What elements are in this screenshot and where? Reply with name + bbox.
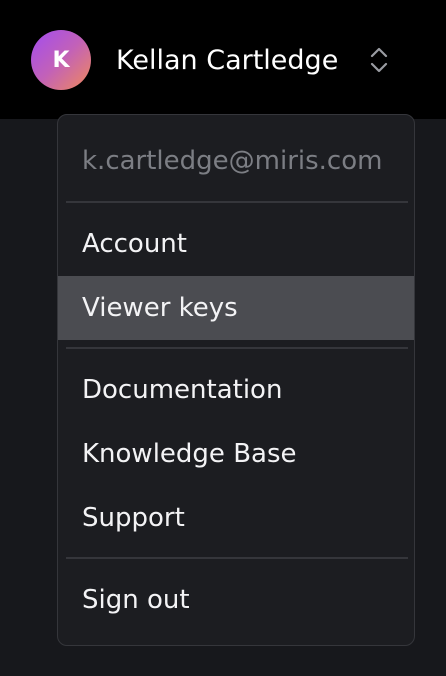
- menu-item-support[interactable]: Support: [58, 486, 414, 550]
- menu-item-documentation[interactable]: Documentation: [58, 358, 414, 422]
- menu-item-sign-out[interactable]: Sign out: [58, 568, 414, 632]
- menu-item-knowledge-base[interactable]: Knowledge Base: [58, 422, 414, 486]
- menu-divider: [66, 557, 408, 559]
- user-email: k.cartledge@miris.com: [82, 146, 383, 176]
- menu-divider: [66, 347, 408, 349]
- avatar-initial: K: [52, 47, 70, 73]
- user-name: Kellan Cartledge: [116, 44, 339, 76]
- menu-divider: [66, 201, 408, 203]
- user-dropdown-menu: k.cartledge@miris.com Account Viewer key…: [57, 114, 415, 646]
- menu-item-account[interactable]: Account: [58, 212, 414, 276]
- menu-item-viewer-keys[interactable]: Viewer keys: [58, 276, 414, 340]
- avatar: K: [31, 30, 91, 90]
- top-bar: K Kellan Cartledge: [0, 0, 446, 119]
- user-menu-trigger[interactable]: K Kellan Cartledge: [31, 30, 401, 90]
- chevron-up-down-icon[interactable]: [369, 44, 389, 76]
